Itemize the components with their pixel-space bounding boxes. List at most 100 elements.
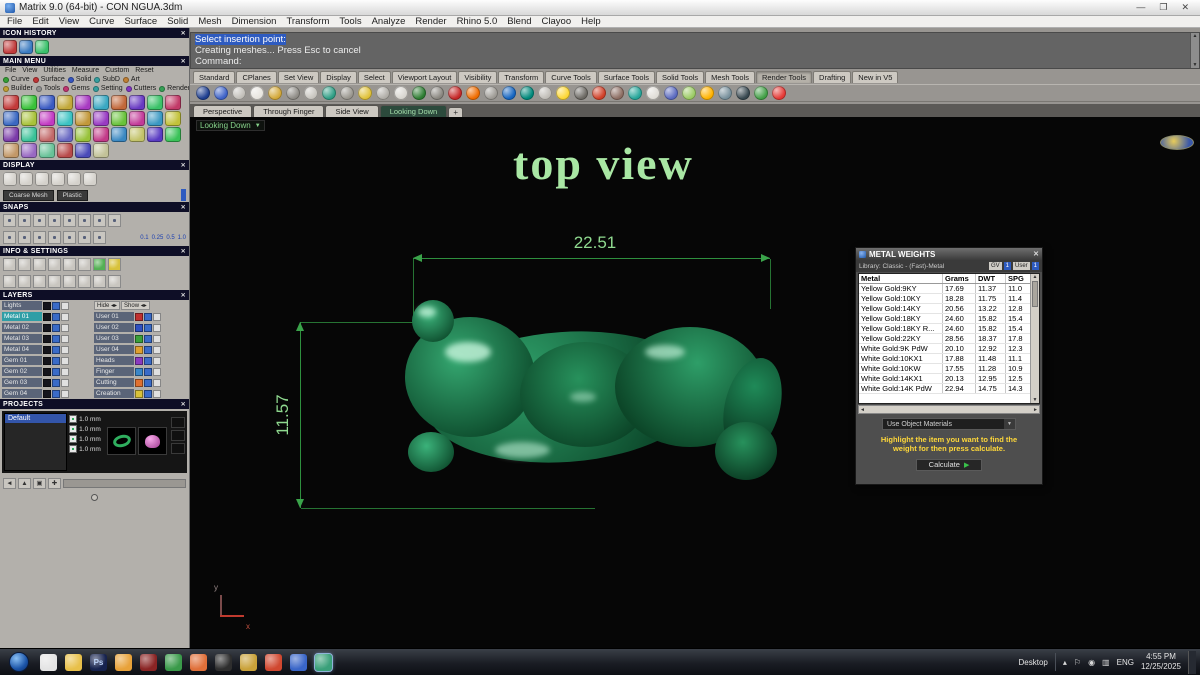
layer-toggle[interactable] — [144, 345, 152, 354]
snap-increment[interactable]: 1.0 — [178, 235, 186, 241]
snap-increment[interactable]: 0.25 — [152, 235, 164, 241]
layer-toggle[interactable] — [52, 323, 60, 332]
history-icon[interactable] — [19, 40, 33, 54]
layer-toggle[interactable] — [61, 345, 69, 354]
taskbar-app-icon[interactable] — [240, 653, 257, 671]
layer-toggle[interactable] — [153, 312, 161, 321]
tool-icon[interactable] — [75, 143, 91, 158]
tool-icon[interactable] — [57, 127, 73, 142]
layer-toggle[interactable] — [61, 323, 69, 332]
layer-color-swatch[interactable] — [43, 356, 51, 365]
gem-size-row[interactable]: 1.0 mm — [69, 425, 105, 433]
layer-color-swatch[interactable] — [135, 323, 143, 332]
main-menu-category[interactable]: Tools — [35, 85, 60, 92]
display-mode-icon[interactable] — [35, 172, 49, 186]
viewport-tab[interactable]: Side View — [325, 105, 379, 117]
menu-item[interactable]: Help — [576, 16, 606, 27]
main-menu-category[interactable]: SubD — [94, 76, 120, 83]
layer-color-swatch[interactable] — [135, 312, 143, 321]
main-menu-link[interactable]: View — [20, 67, 39, 74]
close-icon[interactable]: ✕ — [181, 162, 186, 169]
layer-color-swatch[interactable] — [43, 389, 51, 398]
model-horse[interactable] — [390, 297, 810, 507]
info-setting-icon[interactable] — [48, 275, 61, 288]
tool-icon[interactable] — [75, 111, 91, 126]
layer-name[interactable]: Gem 03 — [2, 378, 42, 387]
toolbar-icon[interactable] — [592, 86, 606, 100]
tool-icon[interactable] — [21, 95, 37, 110]
toolbar-icon[interactable] — [430, 86, 444, 100]
toolbar-icon[interactable] — [664, 86, 678, 100]
close-icon[interactable]: ✕ — [1033, 250, 1039, 258]
close-icon[interactable]: ✕ — [181, 58, 186, 65]
menu-item[interactable]: Edit — [27, 16, 53, 27]
tool-icon[interactable] — [75, 127, 91, 142]
tool-icon[interactable] — [165, 95, 181, 110]
toolbar-icon[interactable] — [286, 86, 300, 100]
toolbar-icon[interactable] — [772, 86, 786, 100]
layer-toggle[interactable] — [61, 378, 69, 387]
language-indicator[interactable]: ENG — [1117, 658, 1134, 667]
viewport[interactable]: Looking Down ▼ top view 22.51 11.57 y x … — [190, 117, 1200, 648]
toolbar-icon[interactable] — [574, 86, 588, 100]
taskbar-app-icon[interactable]: Ps — [90, 653, 107, 671]
layer-name[interactable]: Metal 01 — [2, 312, 42, 321]
toolbar-icon[interactable] — [412, 86, 426, 100]
toolbar-icon[interactable] — [646, 86, 660, 100]
toolbar-icon[interactable] — [700, 86, 714, 100]
layer-color-swatch[interactable] — [135, 334, 143, 343]
toolbar-icon[interactable] — [520, 86, 534, 100]
tool-icon[interactable] — [111, 95, 127, 110]
ribbon-tab[interactable]: Select — [357, 71, 391, 83]
tool-icon[interactable] — [129, 95, 145, 110]
tool-icon[interactable] — [129, 127, 145, 142]
mini-thumbnail[interactable] — [171, 430, 186, 441]
snap-toggle-icon[interactable] — [18, 231, 31, 244]
layer-color-swatch[interactable] — [43, 367, 51, 376]
layer-color-swatch[interactable] — [135, 356, 143, 365]
info-setting-icon[interactable] — [3, 258, 16, 271]
layer-name[interactable]: Metal 03 — [2, 334, 42, 343]
tool-icon[interactable] — [39, 111, 55, 126]
history-icon[interactable] — [35, 40, 49, 54]
layer-row[interactable]: Metal 02 User 02 — [0, 322, 189, 333]
main-menu-link[interactable]: Custom — [103, 67, 131, 74]
layer-color-swatch[interactable] — [43, 301, 51, 310]
toolbar-icon[interactable] — [484, 86, 498, 100]
menu-item[interactable]: Curve — [84, 16, 119, 27]
snap-toggle-icon[interactable] — [48, 231, 61, 244]
table-vertical-scrollbar[interactable]: ▲ ▼ — [1030, 274, 1039, 403]
display-mode-icon[interactable] — [51, 172, 65, 186]
main-menu-category[interactable]: Surface — [32, 76, 65, 83]
table-row[interactable]: White Gold:9K PdW 20.10 12.92 12.3 — [859, 344, 1039, 354]
snap-toggle-icon[interactable] — [63, 231, 76, 244]
tool-icon[interactable] — [21, 127, 37, 142]
close-icon[interactable]: ✕ — [181, 292, 186, 299]
taskbar-app-icon[interactable] — [140, 653, 157, 671]
tool-icon[interactable] — [93, 127, 109, 142]
main-menu-link[interactable]: File — [3, 67, 18, 74]
layer-toggle[interactable] — [52, 367, 60, 376]
layer-row[interactable]: Metal 03 User 03 — [0, 333, 189, 344]
layer-toggle[interactable] — [144, 367, 152, 376]
tool-icon[interactable] — [3, 95, 19, 110]
layer-color-swatch[interactable] — [135, 378, 143, 387]
main-menu-link[interactable]: Measure — [70, 67, 101, 74]
toolbar-icon[interactable] — [250, 86, 264, 100]
back-icon[interactable]: ◄ — [3, 478, 16, 489]
layer-toggle[interactable] — [153, 356, 161, 365]
table-row[interactable]: White Gold:10KW 17.55 11.28 10.9 — [859, 364, 1039, 374]
ribbon-tab[interactable]: Mesh Tools — [705, 71, 755, 83]
toolbar-icon[interactable] — [232, 86, 246, 100]
view-compass-icon[interactable] — [1160, 135, 1194, 150]
info-setting-icon[interactable] — [48, 258, 61, 271]
tool-icon[interactable] — [147, 95, 163, 110]
layer-row[interactable]: Gem 04 Creation — [0, 388, 189, 399]
taskbar-app-icon[interactable] — [115, 653, 132, 671]
ribbon-tab[interactable]: New in V5 — [852, 71, 899, 83]
menu-item[interactable]: Render — [410, 16, 451, 27]
display-mode-icon[interactable] — [19, 172, 33, 186]
toolbar-icon[interactable] — [466, 86, 480, 100]
hide-button[interactable]: Hide ◂▸ — [94, 301, 121, 310]
layer-color-swatch[interactable] — [135, 367, 143, 376]
